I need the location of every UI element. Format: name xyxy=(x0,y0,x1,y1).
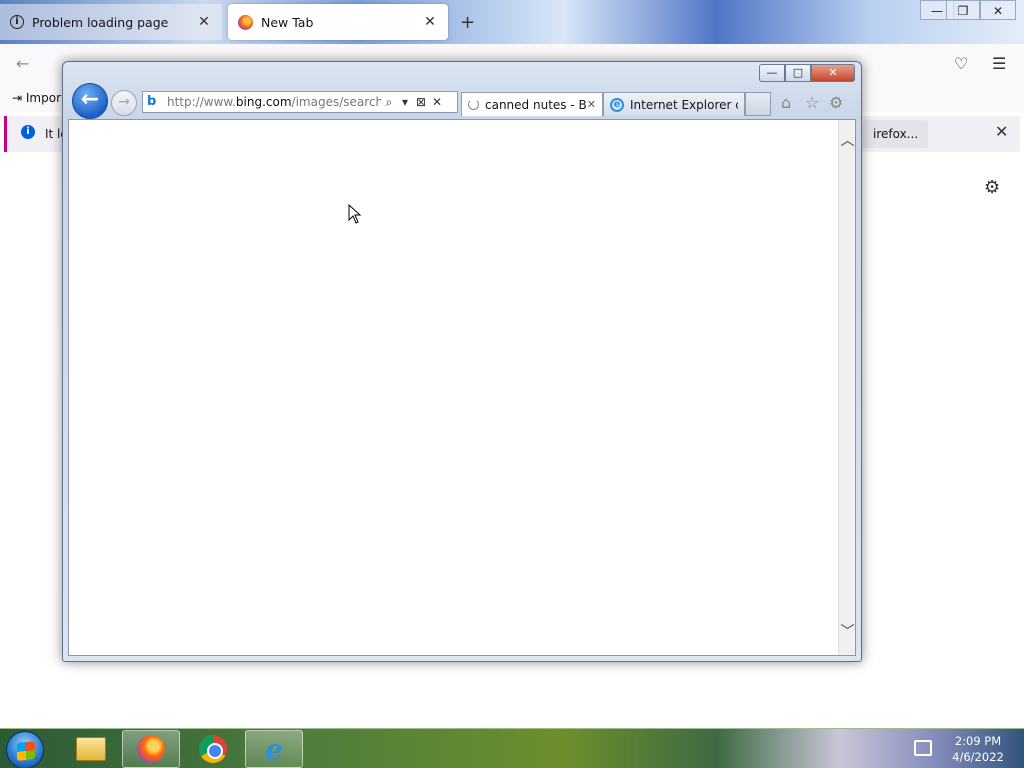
tab-title: canned nutes - B... xyxy=(485,97,587,112)
internet-explorer-icon: e xyxy=(265,732,283,766)
close-icon[interactable]: ✕ xyxy=(196,14,212,30)
maximize-button[interactable]: □ xyxy=(785,64,811,82)
close-window-button[interactable]: ✕ xyxy=(980,0,1016,20)
windows-logo-icon xyxy=(17,741,35,761)
notification-action-button[interactable]: irefox... xyxy=(863,120,929,148)
url-domain: bing.com xyxy=(235,95,292,109)
chevron-up-icon[interactable]: ︿ xyxy=(839,130,856,150)
back-button[interactable]: ← xyxy=(72,83,108,119)
clock-time: 2:09 PM xyxy=(954,734,1002,748)
taskbar-ie-button[interactable]: e xyxy=(245,730,303,768)
taskbar-chrome-button[interactable] xyxy=(184,730,242,768)
windows-taskbar: e 2:09 PM 4/6/2022 xyxy=(0,728,1024,768)
gear-icon[interactable]: ⚙ xyxy=(984,177,1000,198)
folder-icon xyxy=(76,737,106,761)
ie-page-content[interactable]: ︿ ﹀ xyxy=(68,119,856,656)
address-bar[interactable]: b http://www.bing.com/images/search?q= ⌕… xyxy=(142,91,458,113)
taskbar-explorer-button[interactable] xyxy=(62,730,120,768)
url-path: /images/search?q= xyxy=(291,95,381,109)
gear-icon[interactable]: ⚙ xyxy=(829,93,843,112)
forward-button[interactable]: → xyxy=(111,90,137,116)
tab-title: Problem loading page xyxy=(32,14,169,30)
chrome-logo-icon xyxy=(199,735,227,763)
compatibility-view-icon[interactable]: ⊠ xyxy=(413,95,429,109)
minimize-button[interactable]: — xyxy=(759,64,785,82)
close-icon[interactable]: ✕ xyxy=(422,14,438,30)
ie-tab-internet-explorer[interactable]: e Internet Explorer ca... xyxy=(603,92,745,116)
internet-explorer-icon: e xyxy=(610,97,624,112)
url-prefix: http://www. xyxy=(167,95,236,109)
firefox-tab-problem-loading[interactable]: i Problem loading page ✕ xyxy=(0,4,222,40)
favorites-star-icon[interactable]: ☆ xyxy=(805,93,819,112)
taskbar-firefox-button[interactable] xyxy=(122,730,180,768)
mouse-cursor-icon xyxy=(348,204,362,224)
close-icon[interactable]: ✕ xyxy=(587,98,596,111)
stop-icon[interactable]: ✕ xyxy=(429,95,445,109)
internet-explorer-window: — □ ✕ ← → b http://www.bing.com/images/s… xyxy=(62,61,862,662)
back-arrow-icon[interactable]: ← xyxy=(16,54,29,73)
close-icon[interactable]: ✕ xyxy=(995,122,1008,141)
menu-icon[interactable]: ☰ xyxy=(992,54,1006,73)
start-button[interactable] xyxy=(6,731,44,768)
new-tab-button[interactable] xyxy=(745,92,771,116)
firefox-logo-icon xyxy=(137,735,165,763)
search-icon[interactable]: ⌕ xyxy=(381,95,397,110)
info-icon: i xyxy=(21,125,35,139)
firefox-logo-icon xyxy=(238,14,253,30)
clock-date: 4/6/2022 xyxy=(952,750,1004,764)
restore-button[interactable]: ❐ xyxy=(946,0,980,20)
ie-tab-canned-nutes[interactable]: canned nutes - B... ✕ xyxy=(461,92,603,116)
vertical-scrollbar[interactable]: ︿ ﹀ xyxy=(838,120,855,655)
chevron-down-icon[interactable]: ▾ xyxy=(397,95,413,109)
address-url[interactable]: http://www.bing.com/images/search?q= xyxy=(167,95,381,109)
system-clock[interactable]: 2:09 PM 4/6/2022 xyxy=(938,733,1018,765)
import-bookmarks-button[interactable]: ⇥ Impor xyxy=(12,91,61,105)
network-icon[interactable] xyxy=(914,740,932,756)
firefox-tab-new-tab[interactable]: New Tab ✕ xyxy=(228,4,448,40)
bing-icon: b xyxy=(147,94,157,109)
loading-spinner-icon xyxy=(468,99,479,110)
tab-title: Internet Explorer ca... xyxy=(630,97,738,112)
import-bookmarks-label: Impor xyxy=(25,91,62,105)
pocket-icon[interactable]: ♡ xyxy=(954,54,968,73)
import-icon: ⇥ xyxy=(12,91,23,105)
close-window-button[interactable]: ✕ xyxy=(811,64,855,82)
info-icon: i xyxy=(10,15,24,29)
tab-title: New Tab xyxy=(261,14,314,30)
chevron-down-icon[interactable]: ﹀ xyxy=(839,621,856,641)
new-tab-button[interactable]: + xyxy=(460,12,475,33)
ie-caption-buttons: — □ ✕ xyxy=(759,64,855,82)
firefox-tab-strip: i Problem loading page ✕ New Tab ✕ + — ❐… xyxy=(0,0,1024,44)
home-icon[interactable]: ⌂ xyxy=(781,93,791,112)
